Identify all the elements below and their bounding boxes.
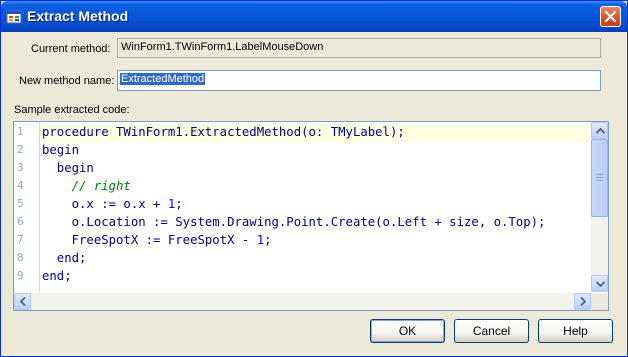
line-number: 5 (17, 197, 24, 210)
line-number: 9 (17, 269, 24, 282)
new-method-name-label: New method name: (19, 75, 115, 87)
chevron-up-icon (596, 128, 605, 134)
title-bar[interactable]: Extract Method (1, 1, 627, 32)
line-number: 3 (17, 161, 24, 174)
scrollbar-corner (591, 293, 608, 310)
code-line: end; (42, 269, 72, 283)
line-number: 4 (17, 179, 24, 192)
extract-method-dialog: Extract Method Current method: WinForm1.… (0, 0, 628, 357)
code-line: end; (42, 251, 87, 265)
vertical-scroll-thumb[interactable] (591, 139, 608, 217)
code-preview[interactable]: 1 2 3 4 5 6 7 8 9 procedure TWinForm1.Ex… (13, 121, 609, 311)
sample-code-label: Sample extracted code: (14, 104, 130, 116)
code-line: o.Location := System.Drawing.Point.Creat… (42, 215, 546, 229)
horizontal-scrollbar[interactable] (14, 293, 591, 310)
scroll-down-button[interactable] (591, 275, 608, 292)
line-number: 2 (17, 143, 24, 156)
grip-line (596, 180, 603, 181)
line-number: 1 (17, 125, 24, 138)
current-method-label: Current method: (31, 43, 111, 55)
vertical-scrollbar[interactable] (591, 122, 608, 292)
current-method-field: WinForm1.TWinForm1.LabelMouseDown (117, 38, 601, 58)
code-line: begin (42, 161, 94, 175)
new-method-name-input[interactable]: ExtractedMethod (117, 70, 601, 91)
code-line: FreeSpotX := FreeSpotX - 1; (42, 233, 272, 247)
ok-button[interactable]: OK (370, 319, 445, 343)
code-text-area[interactable]: procedure TWinForm1.ExtractedMethod(o: T… (40, 122, 590, 292)
help-button[interactable]: Help (538, 319, 613, 343)
number-literal: 1 (167, 197, 176, 211)
code-line: begin (42, 143, 80, 157)
scroll-left-button[interactable] (14, 293, 31, 310)
new-method-name-value: ExtractedMethod (120, 73, 206, 85)
grip-line (596, 174, 603, 175)
line-number: 8 (17, 251, 24, 264)
line-number-gutter: 1 2 3 4 5 6 7 8 9 (14, 122, 40, 292)
number-literal: 1 (256, 233, 265, 247)
line-number: 7 (17, 233, 24, 246)
code-line: o.x := o.x + 1; (42, 197, 183, 211)
chevron-down-icon (596, 281, 605, 287)
code-line: procedure TWinForm1.ExtractedMethod(o: T… (42, 125, 405, 139)
line-number: 6 (17, 215, 24, 228)
scroll-up-button[interactable] (591, 122, 608, 139)
chevron-left-icon (20, 297, 26, 306)
cancel-button[interactable]: Cancel (454, 319, 529, 343)
window-title: Extract Method (27, 8, 129, 24)
code-line-comment: // right (42, 179, 131, 193)
app-icon (6, 9, 22, 25)
close-button[interactable] (600, 6, 621, 27)
scroll-right-button[interactable] (574, 293, 591, 310)
close-icon (605, 11, 616, 22)
current-method-value: WinForm1.TWinForm1.LabelMouseDown (121, 41, 324, 53)
chevron-right-icon (580, 297, 586, 306)
grip-line (596, 177, 603, 178)
